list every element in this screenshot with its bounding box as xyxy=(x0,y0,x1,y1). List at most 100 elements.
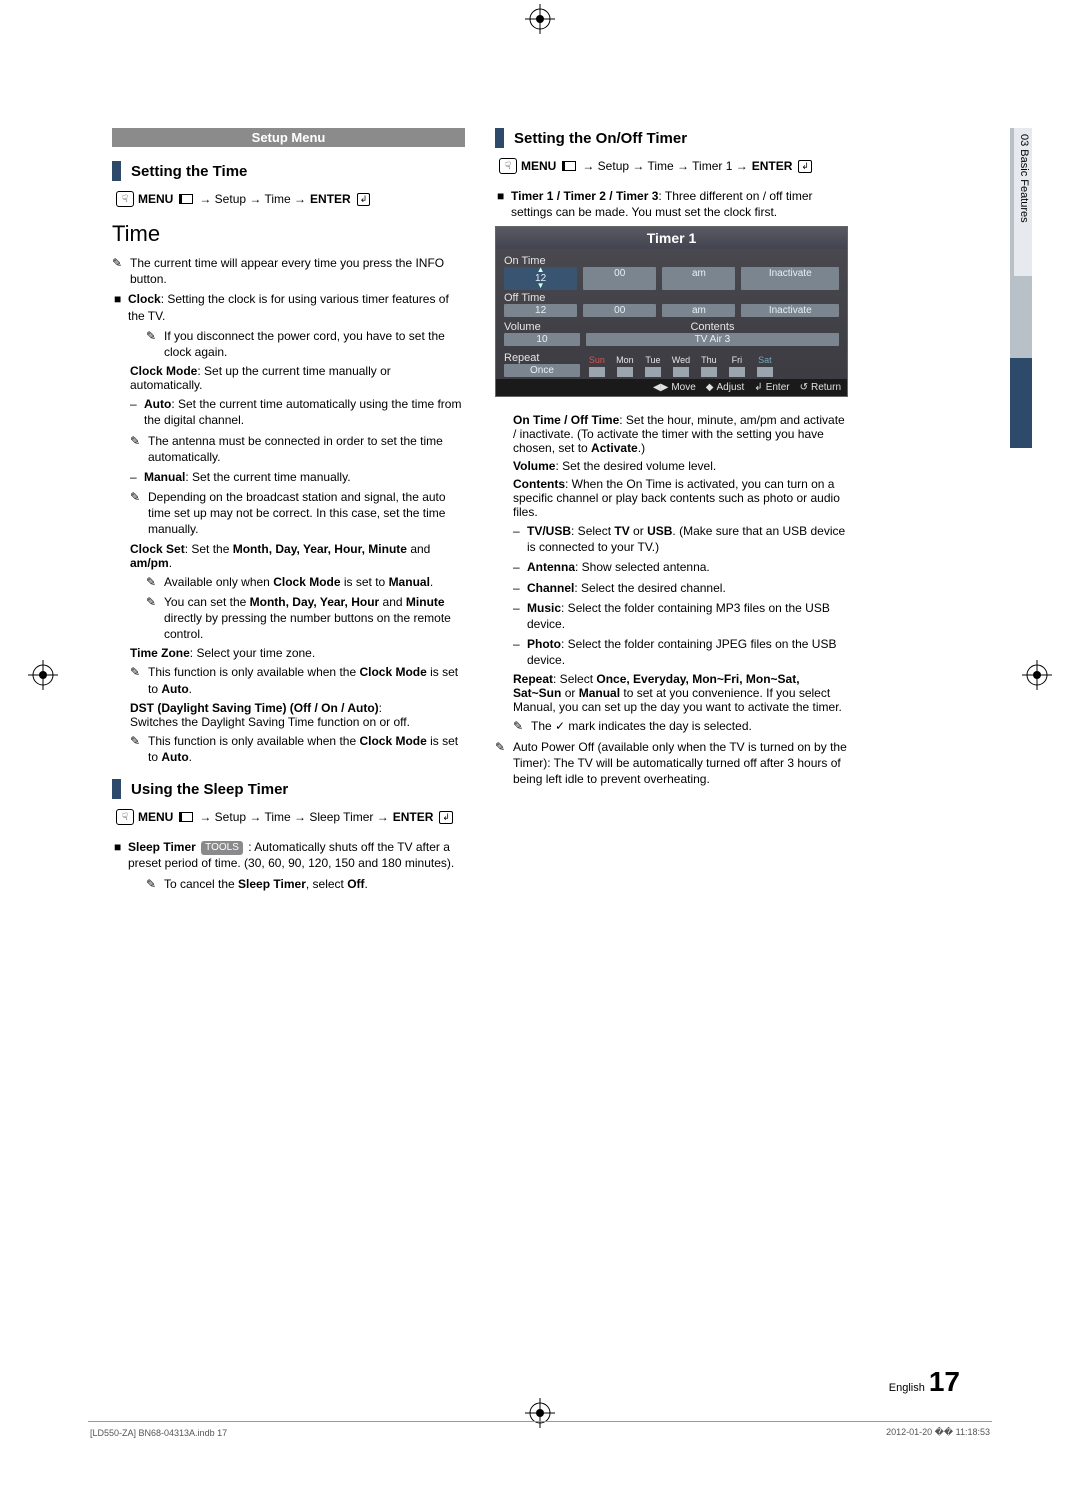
note-icon: ✎ xyxy=(130,433,148,465)
time-zone-line: Time Zone: Select your time zone. xyxy=(112,646,465,660)
volume-label: Volume xyxy=(504,321,580,333)
menu-label: MENU xyxy=(521,159,556,173)
section-title: Setting the On/Off Timer xyxy=(514,130,687,147)
repeat-field[interactable]: Once xyxy=(504,364,580,377)
day-fri[interactable]: Fri xyxy=(726,355,748,377)
menu-label: MENU xyxy=(138,192,173,206)
section-bar-icon xyxy=(495,128,504,148)
note-icon: ✎ xyxy=(146,876,164,892)
enter-glyph-icon: ↲ xyxy=(439,811,453,824)
note-icon: ✎ xyxy=(146,328,164,360)
path-text: → Setup → Time → Sleep Timer → xyxy=(199,810,388,824)
menu-label: MENU xyxy=(138,810,173,824)
on-time-row: ▲ 12 ▼ 00 am Inactivate xyxy=(504,267,839,290)
volume-desc: Volume: Set the desired volume level. xyxy=(495,459,848,473)
enter-icon: ↲ xyxy=(754,382,762,393)
enter-label: ENTER xyxy=(393,810,434,824)
timer-ampm-field[interactable]: am xyxy=(662,267,735,290)
timer-title: Timer 1 xyxy=(496,227,847,249)
day-sun[interactable]: Sun xyxy=(586,355,608,377)
day-wed[interactable]: Wed xyxy=(670,355,692,377)
arrow-down-icon: ▼ xyxy=(504,284,577,289)
left-column: Setup Menu Setting the Time ☟ MENU → Set… xyxy=(112,128,465,896)
note-icon: ✎ xyxy=(130,489,148,538)
arrows-ud-icon: ◆ xyxy=(706,382,714,393)
dash-auto: –Auto: Set the current time automaticall… xyxy=(112,396,465,428)
time-heading: Time xyxy=(112,221,465,247)
timer-ampm-field[interactable]: am xyxy=(662,304,735,317)
section-bar-icon xyxy=(112,161,121,181)
day-thu[interactable]: Thu xyxy=(698,355,720,377)
section-title: Using the Sleep Timer xyxy=(131,781,288,798)
day-tue[interactable]: Tue xyxy=(642,355,664,377)
day-sat[interactable]: Sat xyxy=(754,355,776,377)
volume-field[interactable]: 10 xyxy=(504,333,580,346)
note-tz-auto: ✎This function is only available when th… xyxy=(112,664,465,696)
timer-hour-field[interactable]: ▲ 12 ▼ xyxy=(504,267,577,290)
note-icon: ✎ xyxy=(130,664,148,696)
tools-badge: TOOLS xyxy=(201,841,243,855)
timer-footer: ◀▶Move ◆Adjust ↲Enter ↺Return xyxy=(496,379,847,396)
note-check: ✎The ✓ mark indicates the day is selecte… xyxy=(495,718,848,734)
side-tab: 03 Basic Features xyxy=(1010,128,1032,358)
note-avail-manual: ✎Available only when Clock Mode is set t… xyxy=(112,574,465,590)
note-dst-auto: ✎This function is only available when th… xyxy=(112,733,465,765)
dash-tvusb: –TV/USB: Select TV or USB. (Make sure th… xyxy=(495,523,848,555)
clock-mode-line: Clock Mode: Set up the current time manu… xyxy=(112,364,465,392)
remote-icon: ☟ xyxy=(116,191,134,207)
page: { "banner": "Setup Menu", "sections": { … xyxy=(0,0,1080,1498)
timer-minute-field[interactable]: 00 xyxy=(583,304,656,317)
timer-osd-box: Timer 1 On Time ▲ 12 ▼ 00 am Inactivate … xyxy=(495,226,848,397)
footer-left: [LD550-ZA] BN68-04313A.indb 17 xyxy=(90,1428,227,1438)
off-time-row: 12 00 am Inactivate xyxy=(504,304,839,317)
section-bar-icon xyxy=(112,779,121,799)
section-title: Setting the Time xyxy=(131,163,247,180)
note-info: ✎The current time will appear every time… xyxy=(112,255,465,287)
note-broadcast: ✎Depending on the broadcast station and … xyxy=(112,489,465,538)
timer-state-field[interactable]: Inactivate xyxy=(741,304,839,317)
return-icon: ↺ xyxy=(800,382,808,393)
note-antenna: ✎The antenna must be connected in order … xyxy=(112,433,465,465)
note-cancel-sleep: ✎To cancel the Sleep Timer, select Off. xyxy=(112,876,465,892)
note-icon: ✎ xyxy=(130,733,148,765)
menu-glyph-icon xyxy=(562,161,576,171)
on-off-time-desc: On Time / Off Time: Set the hour, minute… xyxy=(495,413,848,455)
bullet-clock: ■Clock: Setting the clock is for using v… xyxy=(112,291,465,323)
registration-mark-icon xyxy=(525,4,555,34)
note-icon: ✎ xyxy=(146,594,164,643)
on-time-label: On Time xyxy=(504,255,839,267)
menu-path-timer1: ☟ MENU → Setup → Time → Timer 1 → ENTER↲ xyxy=(495,158,848,174)
footer-divider xyxy=(88,1421,992,1422)
off-time-label: Off Time xyxy=(504,292,839,304)
footer-enter: ↲Enter xyxy=(754,382,789,393)
contents-desc: Contents: When the On Time is activated,… xyxy=(495,477,848,519)
note-icon: ✎ xyxy=(513,718,531,734)
timer-hour-field[interactable]: 12 xyxy=(504,304,577,317)
footer-return: ↺Return xyxy=(800,382,841,393)
registration-mark-icon xyxy=(1022,660,1052,690)
footer-adjust: ◆Adjust xyxy=(706,382,745,393)
footer-move: ◀▶Move xyxy=(653,382,696,393)
repeat-days: Sun Mon Tue Wed Thu Fri Sat xyxy=(586,355,839,377)
right-column: Setting the On/Off Timer ☟ MENU → Setup … xyxy=(495,128,848,896)
dst-head: DST (Daylight Saving Time) (Off / On / A… xyxy=(112,701,465,715)
repeat-desc: Repeat: Select Once, Everyday, Mon~Fri, … xyxy=(495,672,848,714)
page-number: English17 xyxy=(889,1366,960,1398)
registration-mark-icon xyxy=(28,660,58,690)
timer-minute-field[interactable]: 00 xyxy=(583,267,656,290)
dst-body: Switches the Daylight Saving Time functi… xyxy=(112,715,465,729)
section-sleep-timer: Using the Sleep Timer xyxy=(112,779,465,799)
path-text: → Setup → Time → Timer 1 → xyxy=(582,159,747,173)
menu-glyph-icon xyxy=(179,812,193,822)
bullet-timer123: ■Timer 1 / Timer 2 / Timer 3: Three diff… xyxy=(495,188,848,220)
side-tab-label: 03 Basic Features xyxy=(1014,128,1032,276)
timer-state-field[interactable]: Inactivate xyxy=(741,267,839,290)
menu-glyph-icon xyxy=(179,194,193,204)
day-mon[interactable]: Mon xyxy=(614,355,636,377)
contents-field[interactable]: TV Air 3 xyxy=(586,333,839,346)
side-accent-bar xyxy=(1010,358,1032,448)
section-setting-time: Setting the Time xyxy=(112,161,465,181)
note-autopower: ✎Auto Power Off (available only when the… xyxy=(495,739,848,788)
path-text: → Setup → Time → xyxy=(199,192,306,206)
content-columns: Setup Menu Setting the Time ☟ MENU → Set… xyxy=(112,128,848,896)
